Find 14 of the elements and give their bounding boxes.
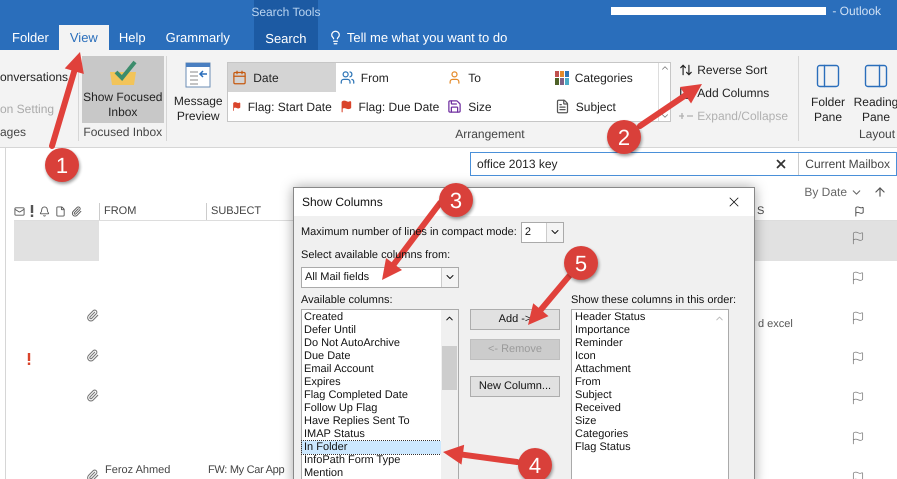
window-title: - Outlook: [832, 3, 881, 20]
tell-me-text: Tell me what you want to do: [346, 28, 508, 47]
contextual-group-label: Search Tools: [251, 4, 320, 21]
preview-text: d excel: [758, 317, 793, 332]
dialog-title: Show Columns: [302, 194, 383, 211]
sender-name: Feroz Ahmed: [104, 462, 172, 478]
group-label: Arrangement: [455, 126, 525, 143]
group-label: Focused Inbox: [83, 124, 162, 141]
group-label: ages: [0, 124, 28, 141]
step-number-badge: 1: [45, 148, 79, 182]
field-label: Available columns:: [301, 292, 394, 308]
subject-text: FW: My Car App: [207, 462, 284, 478]
field-label: Show these columns in this order:: [571, 292, 736, 308]
group-label: Layout: [859, 126, 896, 143]
